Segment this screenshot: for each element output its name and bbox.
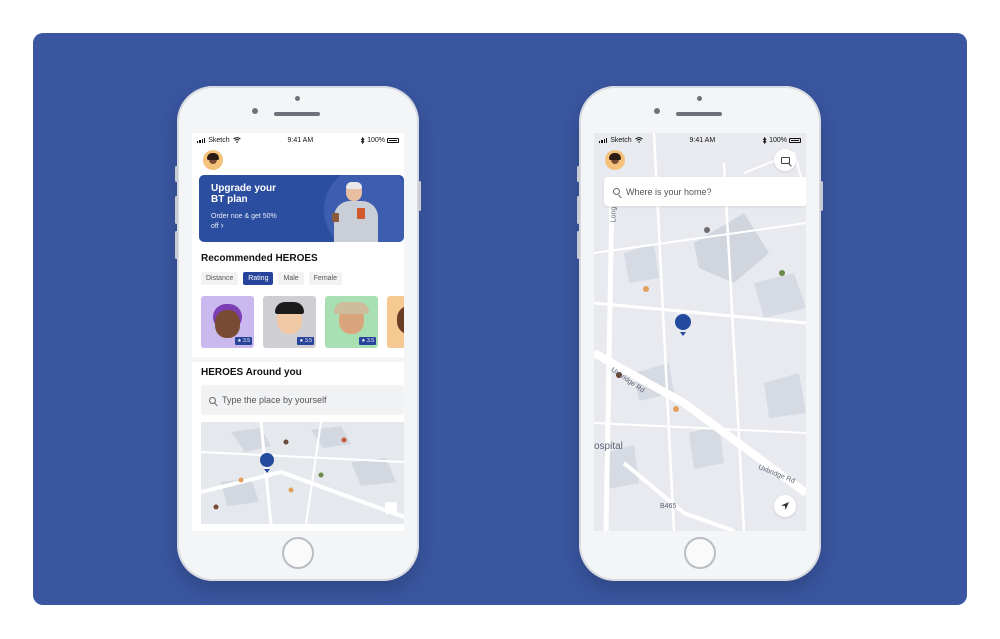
status-bar: Sketch 9:41 AM 100% <box>594 133 806 147</box>
navigate-button[interactable] <box>774 495 796 517</box>
hero-card[interactable]: ★ 3.5 <box>201 296 254 348</box>
user-avatar[interactable] <box>605 150 625 170</box>
mini-map-graphic <box>201 422 404 524</box>
location-pin-icon <box>675 314 691 330</box>
around-heading: HEROES Around you <box>201 367 302 378</box>
right-screen: Uxbridge Rd Uxbridge Rd B465 ospital Lon… <box>594 133 806 531</box>
battery-percent: 100% <box>367 136 385 144</box>
home-search-placeholder: Where is your home? <box>626 186 712 197</box>
section-divider <box>192 357 404 362</box>
place-label: ospital <box>594 441 623 452</box>
front-camera <box>252 108 258 114</box>
proximity-sensor <box>295 96 300 101</box>
hero-card[interactable]: ★ 3.5 <box>325 296 378 348</box>
hero-card[interactable] <box>387 296 404 348</box>
place-search-placeholder: Type the place by yourself <box>222 395 327 405</box>
earpiece-speaker <box>676 112 722 116</box>
front-camera <box>654 108 660 114</box>
recommended-heading: Recommended HEROES <box>201 253 318 264</box>
volume-up-button <box>577 196 580 224</box>
search-icon <box>209 396 216 404</box>
chevron-right-icon: › <box>220 220 224 230</box>
hero-carousel: ★ 3.5 ★ 3.5 ★ 3.5 <box>201 296 404 348</box>
filter-distance[interactable]: Distance <box>201 272 239 285</box>
expand-icon <box>780 156 790 164</box>
navigate-icon <box>781 502 789 510</box>
expand-map-button[interactable] <box>774 149 796 171</box>
wifi-icon <box>634 137 643 143</box>
bluetooth-icon <box>762 136 767 144</box>
carrier-label: Sketch <box>610 136 632 144</box>
clock: 9:41 AM <box>689 136 716 144</box>
right-phone-frame: Uxbridge Rd Uxbridge Rd B465 ospital Lon… <box>577 86 823 581</box>
upgrade-banner[interactable]: Upgrade your BT plan Order noe & get 50%… <box>199 175 404 242</box>
home-search-input[interactable]: Where is your home? <box>604 177 806 206</box>
banner-subtitle: Order noe & get 50% off › <box>211 213 277 230</box>
filter-male[interactable]: Male <box>278 272 304 285</box>
clock: 9:41 AM <box>287 136 314 144</box>
banner-title: Upgrade your BT plan <box>211 183 277 205</box>
battery-icon <box>789 137 801 143</box>
road-label: Long <box>610 206 618 223</box>
canvas-background: Sketch 9:41 AM 100% Upgrade your BT plan… <box>33 33 967 605</box>
mute-switch <box>175 166 178 182</box>
filter-female[interactable]: Female <box>308 272 342 285</box>
left-phone-frame: Sketch 9:41 AM 100% Upgrade your BT plan… <box>175 86 421 581</box>
rating-badge: ★ 3.5 <box>297 337 314 345</box>
volume-down-button <box>577 231 580 259</box>
user-avatar[interactable] <box>203 150 223 170</box>
volume-up-button <box>175 196 178 224</box>
home-button[interactable] <box>282 537 314 569</box>
proximity-sensor <box>697 96 702 101</box>
mute-switch <box>577 166 580 182</box>
mini-map[interactable] <box>201 422 404 524</box>
left-screen: Sketch 9:41 AM 100% Upgrade your BT plan… <box>192 133 404 531</box>
home-button[interactable] <box>684 537 716 569</box>
battery-icon <box>387 137 399 143</box>
signal-icon <box>599 137 608 143</box>
signal-icon <box>197 137 206 143</box>
status-bar: Sketch 9:41 AM 100% <box>192 133 404 147</box>
hero-card[interactable]: ★ 3.5 <box>263 296 316 348</box>
banner-illustration <box>330 182 382 242</box>
filter-chips: Distance Rating Male Female <box>201 272 342 285</box>
volume-down-button <box>175 231 178 259</box>
battery-percent: 100% <box>769 136 787 144</box>
carrier-label: Sketch <box>208 136 230 144</box>
earpiece-speaker <box>274 112 320 116</box>
wifi-icon <box>232 137 241 143</box>
bluetooth-icon <box>360 136 365 144</box>
rating-badge: ★ 3.5 <box>235 337 252 345</box>
power-button <box>418 181 421 211</box>
power-button <box>820 181 823 211</box>
rating-badge: ★ 3.5 <box>359 337 376 345</box>
filter-rating[interactable]: Rating <box>243 272 274 285</box>
road-label: B465 <box>660 503 677 510</box>
search-icon <box>613 188 620 195</box>
place-search-input[interactable]: Type the place by yourself <box>201 385 404 415</box>
